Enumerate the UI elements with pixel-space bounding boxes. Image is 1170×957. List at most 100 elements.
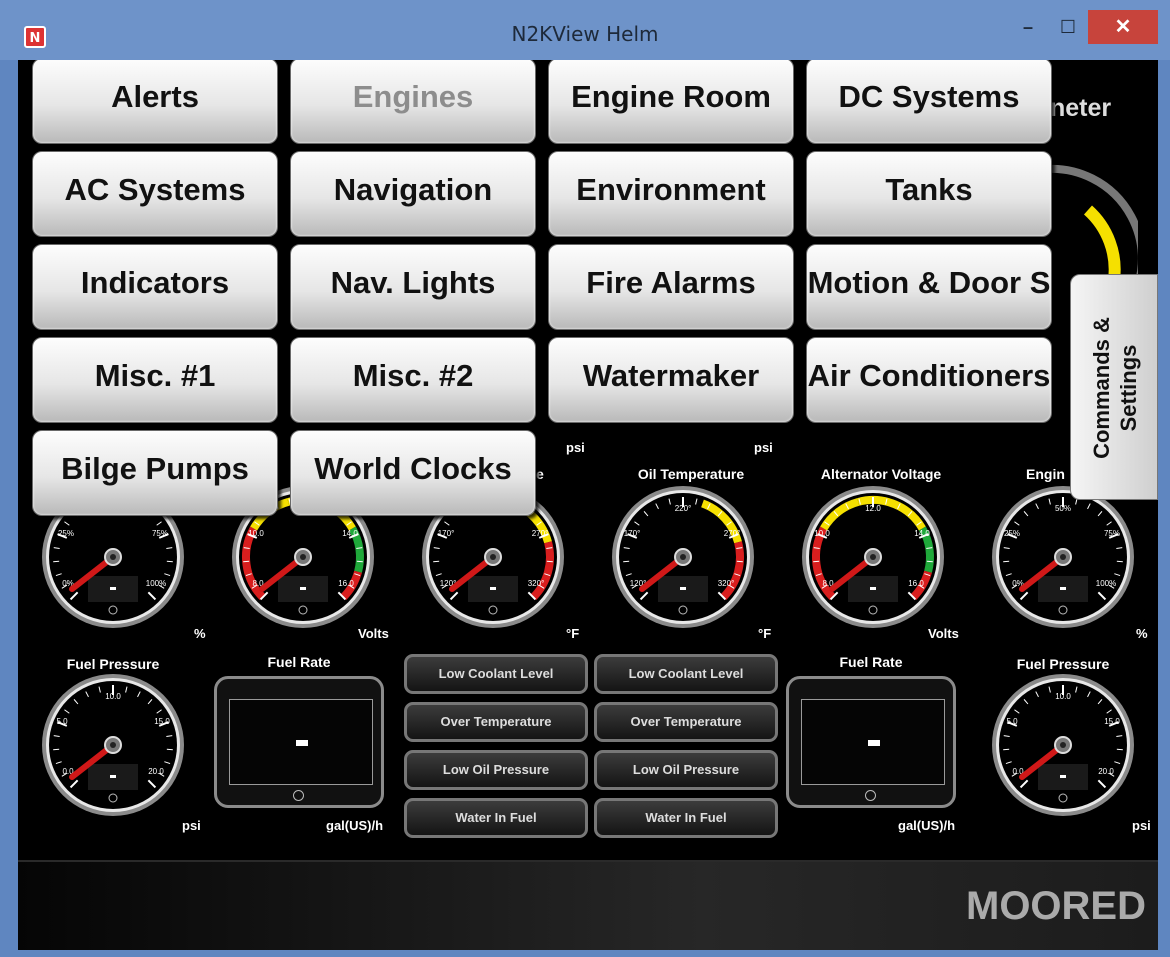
menu-navigation-button[interactable]: Navigation xyxy=(290,151,536,237)
fuel-pressure-right-label: Fuel Pressure xyxy=(1016,656,1110,672)
gauge-tick-label: 170° xyxy=(624,529,641,538)
fuel-rate-right-knob xyxy=(865,790,876,801)
menu-alerts-button[interactable]: Alerts xyxy=(32,60,278,144)
alternator-voltage-unit: Volts xyxy=(928,626,959,641)
menu-indicators-button[interactable]: Indicators xyxy=(32,244,278,330)
oil-temperature-label: Oil Temperature xyxy=(637,466,745,482)
fuel-pressure-left-label: Fuel Pressure xyxy=(66,656,160,672)
gauge-face: 12.010.0 14.08.0 16.0 xyxy=(802,486,944,628)
fuel-rate-right-unit: gal(US)/h xyxy=(898,818,956,833)
gauge-tick-label: 14.0 xyxy=(342,529,358,538)
menu-motion-door-button[interactable]: Motion & Door S xyxy=(806,244,1052,330)
alarm-low-oil-pressure-right[interactable]: Low Oil Pressure xyxy=(594,750,778,790)
menu-watermaker-button[interactable]: Watermaker xyxy=(548,337,794,423)
minimize-button[interactable]: – xyxy=(1008,10,1048,44)
fuel-rate-left-value xyxy=(296,740,308,746)
fuel-rate-right-label: Fuel Rate xyxy=(839,654,903,670)
gauge-tick-label: 15.0 xyxy=(154,717,170,726)
menu-environment-button[interactable]: Environment xyxy=(548,151,794,237)
menu-dc-systems-button[interactable]: DC Systems xyxy=(806,60,1052,144)
gauge-tick-label: 12.0 xyxy=(865,504,881,513)
alarm-water-in-fuel-right[interactable]: Water In Fuel xyxy=(594,798,778,838)
psi-unit-fragment-left: psi xyxy=(566,440,585,455)
fuel-pressure-left-gauge: 10.0 5.0 15.0 0.0 20.0 xyxy=(40,672,186,818)
fuel-pressure-right-gauge: 10.0 5.0 15.0 0.0 20.0 xyxy=(990,672,1136,818)
gauge-tick-label: 10.0 xyxy=(814,529,830,538)
menu-fire-alarms-button[interactable]: Fire Alarms xyxy=(548,244,794,330)
menu-bilge-pumps-button[interactable]: Bilge Pumps xyxy=(32,430,278,516)
gauge-readout-value xyxy=(1060,587,1066,590)
gauge-tick-label: 10.0 xyxy=(1055,692,1071,701)
alarm-over-temperature-left[interactable]: Over Temperature xyxy=(404,702,588,742)
menu-engine-room-button[interactable]: Engine Room xyxy=(548,60,794,144)
gauge-face: 50%25% 75%0% 100% xyxy=(992,486,1134,628)
gauge-tick-label: 20.0 xyxy=(148,767,164,776)
gauge-tick-label: 14.0 xyxy=(914,529,930,538)
menu-ac-systems-button[interactable]: AC Systems xyxy=(32,151,278,237)
alarm-water-in-fuel-left[interactable]: Water In Fuel xyxy=(404,798,588,838)
gauge2-unit: Volts xyxy=(358,626,389,641)
gauge-readout-value xyxy=(110,587,116,590)
gauge-readout-value xyxy=(1060,775,1066,778)
gauge-tick-label: 320° xyxy=(718,579,735,588)
gauge3-label: e xyxy=(536,466,544,482)
menu-engines-button[interactable]: Engines xyxy=(290,60,536,144)
gauge-tick-label: 25% xyxy=(1004,529,1020,538)
gauge-tick-label: 270° xyxy=(724,529,741,538)
alarm-low-coolant-right[interactable]: Low Coolant Level xyxy=(594,654,778,694)
fuel-rate-left-unit: gal(US)/h xyxy=(326,818,384,833)
gauge-tick-label: 20.0 xyxy=(1098,767,1114,776)
gauge-tick-label: 10.0 xyxy=(248,529,264,538)
menu-misc2-button[interactable]: Misc. #2 xyxy=(290,337,536,423)
gauge-tick-label: 50% xyxy=(1055,504,1071,513)
oil-temperature-gauge: 220° 170° 270° 120° 320° xyxy=(610,484,756,630)
alternator-voltage-label: Alternator Voltage xyxy=(820,466,942,482)
menu-tanks-button[interactable]: Tanks xyxy=(806,151,1052,237)
maximize-button[interactable]: ☐ xyxy=(1048,10,1088,44)
dashboard: neter psi psi e Oil Temperature Alternat… xyxy=(18,60,1158,950)
menu-misc1-button[interactable]: Misc. #1 xyxy=(32,337,278,423)
gauge-tick-label: 75% xyxy=(1104,529,1120,538)
psi-unit-fragment-right: psi xyxy=(754,440,773,455)
fuel-pressure-left-unit: psi xyxy=(182,818,201,833)
menu-world-clocks-button[interactable]: World Clocks xyxy=(290,430,536,516)
gauge-face: 10.05.0 15.00.0 20.0 xyxy=(992,674,1134,816)
gauge1-unit: % xyxy=(194,626,206,641)
gauge-readout-value xyxy=(300,587,306,590)
gauge3-unit: °F xyxy=(566,626,580,641)
gauge-tick-label: 100% xyxy=(1096,579,1116,588)
gauge-tick-label: 75% xyxy=(152,529,168,538)
menu-nav-lights-button[interactable]: Nav. Lights xyxy=(290,244,536,330)
gauge-tick-label: 220° xyxy=(675,504,692,513)
gauge-readout-value xyxy=(110,775,116,778)
gauge-readout-value xyxy=(870,587,876,590)
fuel-rate-left-label: Fuel Rate xyxy=(267,654,331,670)
commands-settings-line1: Commands & xyxy=(1089,317,1114,459)
fuel-rate-right-value xyxy=(868,740,880,746)
gauge-tick-label: 320° xyxy=(528,579,545,588)
menu-air-conditioners-button[interactable]: Air Conditioners xyxy=(806,337,1052,423)
engine-load-gauge: 50% 25% 75% 0% 100% xyxy=(990,484,1136,630)
fuel-rate-right-screen xyxy=(801,699,945,785)
alarm-over-temperature-right[interactable]: Over Temperature xyxy=(594,702,778,742)
gauge-tick-label: 170° xyxy=(438,529,455,538)
gauge-tick-label: 10.0 xyxy=(105,692,121,701)
tachometer-label-fragment: neter xyxy=(1050,94,1112,122)
fuel-pressure-right-unit: psi xyxy=(1132,818,1151,833)
gauge-tick-label: 25% xyxy=(58,529,74,538)
gauge-readout-value xyxy=(490,587,496,590)
gauge-face: 220°170° 270°120° 320° xyxy=(612,486,754,628)
commands-settings-tab[interactable]: Commands & Settings xyxy=(1070,274,1158,500)
alarm-low-oil-pressure-left[interactable]: Low Oil Pressure xyxy=(404,750,588,790)
gauge-tick-label: 270° xyxy=(532,529,549,538)
status-bar: MOORED xyxy=(18,860,1158,950)
fuel-rate-left-screen xyxy=(229,699,373,785)
commands-settings-line2: Settings xyxy=(1116,344,1141,432)
gauge-readout-value xyxy=(680,587,686,590)
fuel-rate-right-display xyxy=(786,676,956,808)
fuel-rate-left-display xyxy=(214,676,384,808)
close-button[interactable]: ✕ xyxy=(1088,10,1158,44)
gauge-face: 10.05.0 15.00.0 20.0 xyxy=(42,674,184,816)
title-bar[interactable]: N N2KView Helm – ☐ ✕ xyxy=(0,0,1170,60)
alarm-low-coolant-left[interactable]: Low Coolant Level xyxy=(404,654,588,694)
